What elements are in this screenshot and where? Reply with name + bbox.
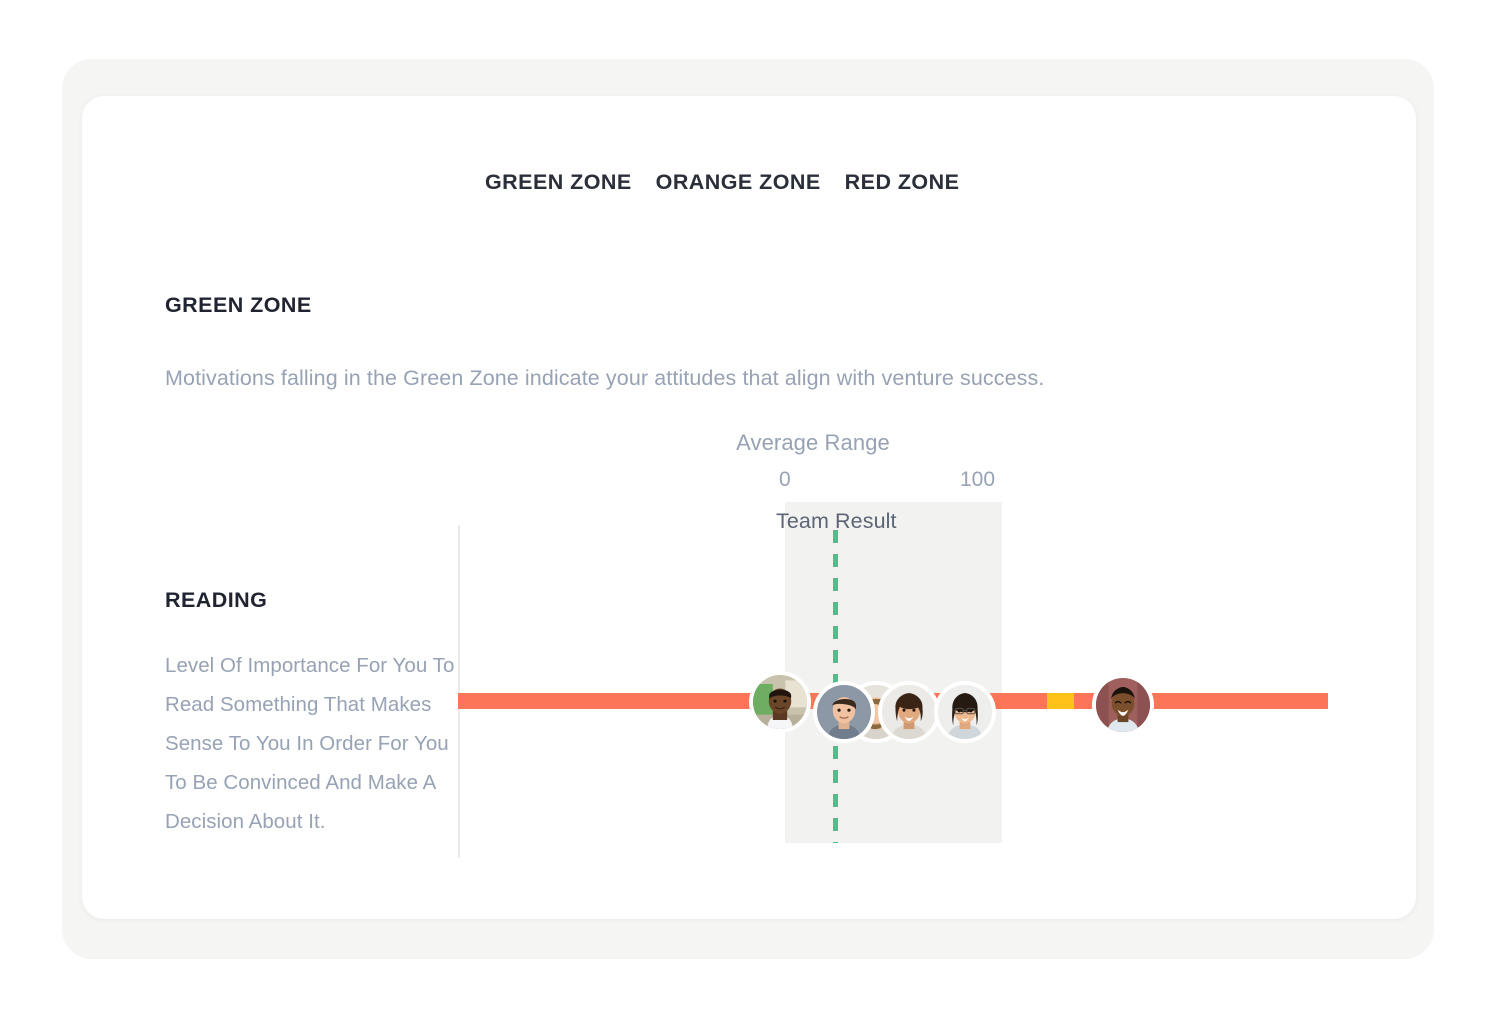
scale-max-label: 100 xyxy=(960,468,996,491)
trait-description: Level Of Importance For You To Read Some… xyxy=(165,654,455,833)
average-range-band xyxy=(785,502,1002,843)
member-2-avatar[interactable] xyxy=(813,681,875,743)
member-1-avatar[interactable] xyxy=(749,671,811,733)
scale-min-label: 0 xyxy=(779,468,791,491)
trait-title: READING xyxy=(165,588,268,612)
screen: GREEN ZONE ORANGE ZONE RED ZONE GREEN ZO… xyxy=(0,0,1493,1022)
zone-track-amber-segment xyxy=(1047,693,1074,709)
member-6-avatar[interactable] xyxy=(1092,674,1154,736)
average-range-label: Average Range xyxy=(736,430,890,455)
member-5-avatar[interactable] xyxy=(934,681,996,743)
member-4-avatar[interactable] xyxy=(878,681,940,743)
report-card: GREEN ZONE ORANGE ZONE RED ZONE GREEN ZO… xyxy=(82,96,1416,919)
